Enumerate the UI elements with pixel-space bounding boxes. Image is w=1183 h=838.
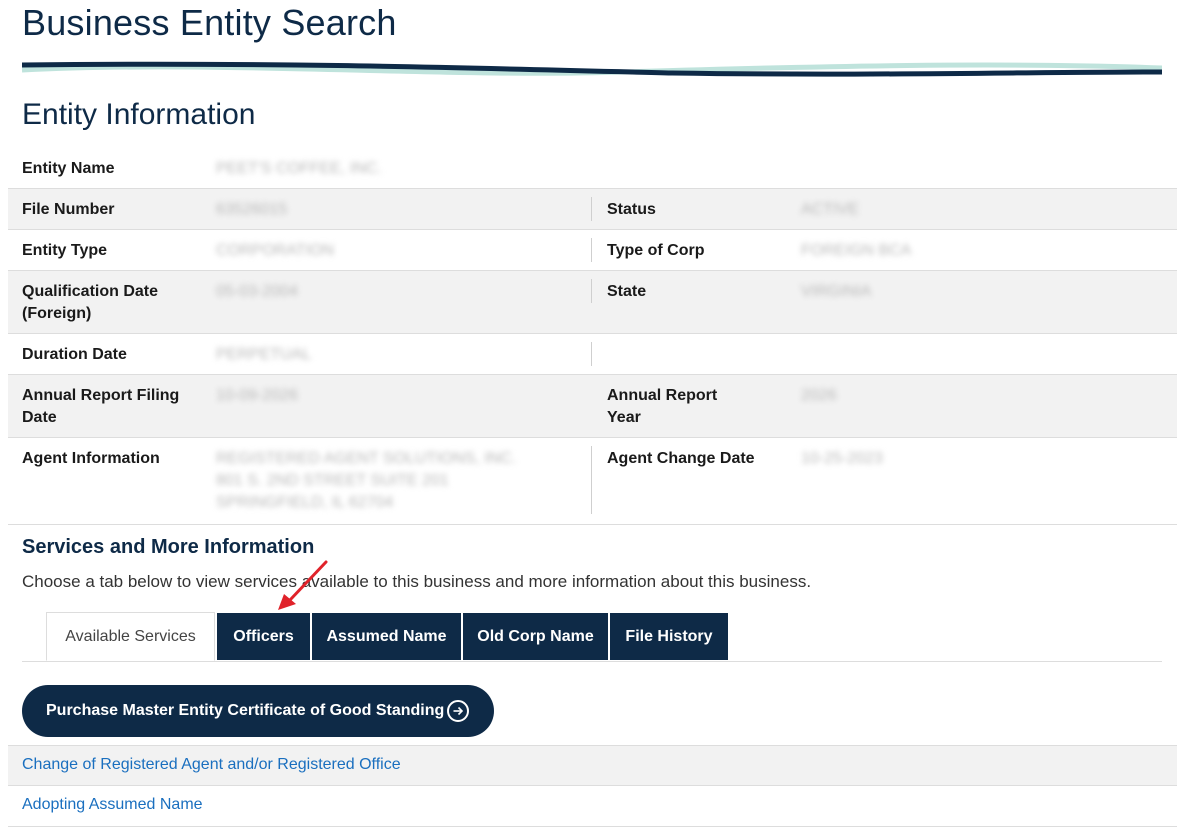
entity-name-row: Entity Name PEET'S COFFEE, INC. — [8, 148, 1177, 189]
status-value: ACTIVE — [801, 201, 859, 218]
purchase-certificate-label: Purchase Master Entity Certificate of Go… — [46, 702, 445, 719]
purchase-certificate-button[interactable]: Purchase Master Entity Certificate of Go… — [22, 685, 494, 737]
red-arrow-annotation — [278, 560, 328, 610]
agent-change-date-label: Agent Change Date — [607, 450, 755, 467]
arrow-circle-right-icon — [447, 700, 469, 722]
agent-change-date-value: 10-25-2023 — [801, 450, 883, 467]
entity-type-value: CORPORATION — [216, 242, 334, 259]
annual-report-row: Annual Report Filing Date 10-09-2026 Ann… — [8, 375, 1177, 438]
annual-report-year-value: 2026 — [801, 387, 837, 404]
duration-date-row: Duration Date PERPETUAL — [8, 334, 1177, 375]
qualification-date-label: Qualification Date (Foreign) — [22, 283, 159, 322]
tab-old-corp-name[interactable]: Old Corp Name — [463, 613, 608, 660]
agent-info-row: Agent Information REGISTERED AGENT SOLUT… — [8, 438, 1177, 525]
annual-report-filing-date-value: 10-09-2026 — [216, 387, 298, 404]
services-tab-bar: Available Services Officers Assumed Name… — [22, 612, 1162, 662]
column-divider — [591, 238, 592, 262]
qualification-date-row: Qualification Date (Foreign) 05-03-2004 … — [8, 271, 1177, 334]
entity-name-label: Entity Name — [22, 160, 115, 177]
qualification-date-value: 05-03-2004 — [216, 283, 298, 300]
tab-officers[interactable]: Officers — [217, 613, 310, 660]
services-description: Choose a tab below to view services avai… — [22, 572, 812, 591]
annual-report-filing-date-label: Annual Report Filing Date — [22, 387, 180, 426]
duration-date-label: Duration Date — [22, 346, 127, 363]
entity-type-label: Entity Type — [22, 242, 108, 259]
file-number-label: File Number — [22, 201, 115, 218]
service-link-row: Adopting Assumed Name — [8, 785, 1177, 827]
adopting-assumed-name-link[interactable]: Adopting Assumed Name — [22, 796, 203, 814]
tab-assumed-name[interactable]: Assumed Name — [312, 613, 461, 660]
service-link-row: Change of Registered Agent and/or Regist… — [8, 745, 1177, 786]
tab-available-services[interactable]: Available Services — [46, 612, 215, 661]
entity-type-row: Entity Type CORPORATION Type of Corp FOR… — [8, 230, 1177, 271]
column-divider — [591, 197, 592, 221]
duration-date-value: PERPETUAL — [216, 346, 312, 363]
change-registered-agent-link[interactable]: Change of Registered Agent and/or Regist… — [22, 756, 401, 774]
section-title: Entity Information — [22, 98, 256, 131]
file-number-value: 63526015 — [216, 201, 288, 218]
annual-report-year-label: Annual Report Year — [607, 387, 718, 426]
type-of-corp-value: FOREIGN BCA — [801, 242, 912, 259]
column-divider — [591, 446, 592, 514]
agent-information-value: REGISTERED AGENT SOLUTIONS, INC. 801 S. … — [216, 450, 517, 511]
tab-file-history[interactable]: File History — [610, 613, 728, 660]
type-of-corp-label: Type of Corp — [607, 242, 705, 259]
entity-name-value: PEET'S COFFEE, INC. — [216, 160, 382, 177]
column-divider — [591, 342, 592, 366]
state-value: VIRGINIA — [801, 283, 872, 300]
page-title: Business Entity Search — [22, 2, 397, 43]
entity-info-table: Entity Name PEET'S COFFEE, INC. File Num… — [8, 148, 1177, 525]
column-divider — [591, 279, 592, 303]
decorative-wave-divider — [22, 61, 1162, 77]
agent-information-label: Agent Information — [22, 450, 160, 467]
file-number-row: File Number 63526015 Status ACTIVE — [8, 189, 1177, 230]
status-label: Status — [607, 201, 656, 218]
state-label: State — [607, 283, 647, 300]
